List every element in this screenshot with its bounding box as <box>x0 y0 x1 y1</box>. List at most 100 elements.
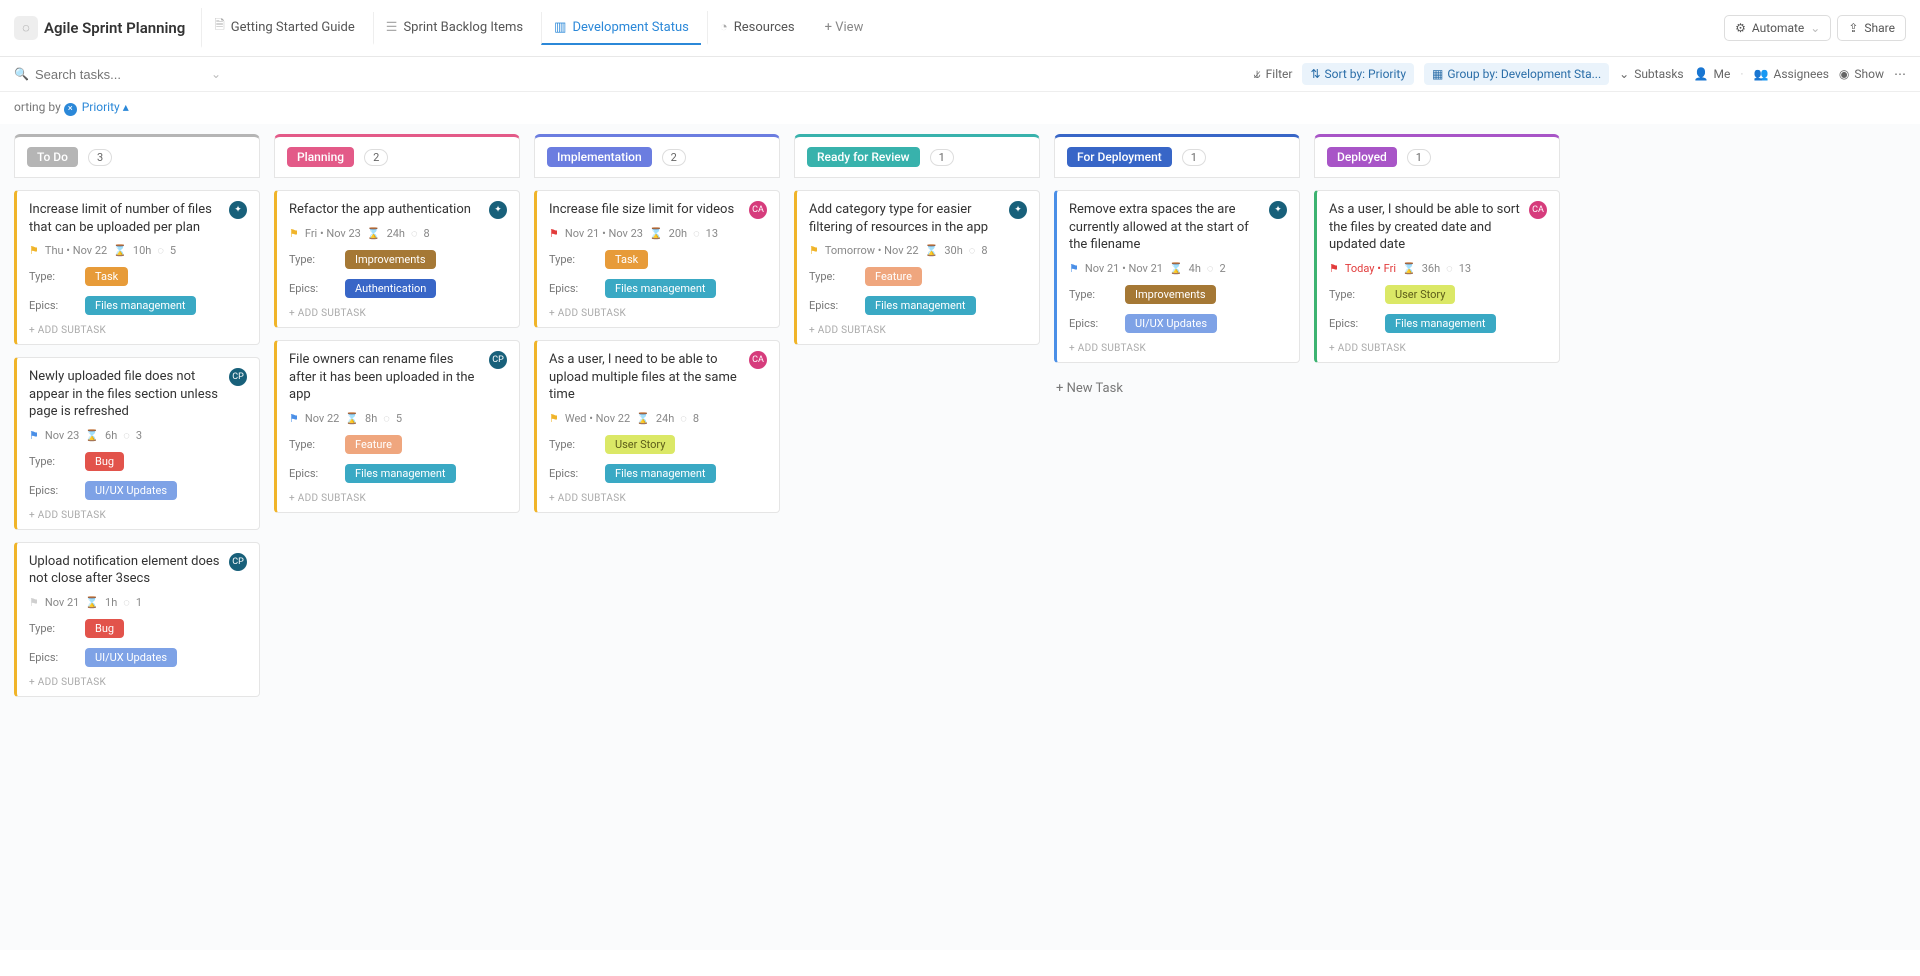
epic-tag[interactable]: Files management <box>605 279 716 298</box>
epic-tag[interactable]: UI/UX Updates <box>85 648 177 667</box>
column-header[interactable]: For Deployment1 <box>1054 134 1300 178</box>
points-icon: ◌ <box>123 429 130 442</box>
priority-flag-icon[interactable]: ⚑ <box>289 412 299 425</box>
assignee-avatar[interactable]: CA <box>1529 201 1547 219</box>
task-card[interactable]: As a user, I should be able to sort the … <box>1314 190 1560 363</box>
task-card[interactable]: Refactor the app authentication✦⚑Fri • N… <box>274 190 520 328</box>
add-subtask-button[interactable]: + ADD SUBTASK <box>1329 343 1547 354</box>
column-header[interactable]: Implementation2 <box>534 134 780 178</box>
add-subtask-button[interactable]: + ADD SUBTASK <box>289 308 507 319</box>
column-header[interactable]: Deployed1 <box>1314 134 1560 178</box>
share-button[interactable]: ⇪ Share <box>1837 15 1906 41</box>
priority-flag-icon[interactable]: ⚑ <box>29 244 39 257</box>
epics-label: Epics: <box>549 467 595 480</box>
priority-flag-icon[interactable]: ⚑ <box>1069 262 1079 275</box>
priority-flag-icon[interactable]: ⚑ <box>289 227 299 240</box>
epic-tag[interactable]: Files management <box>865 296 976 315</box>
graph-icon: ◔ <box>720 19 728 35</box>
type-tag[interactable]: Bug <box>85 452 124 471</box>
epic-tag[interactable]: Files management <box>605 464 716 483</box>
task-card[interactable]: Remove extra spaces the are currently al… <box>1054 190 1300 363</box>
epic-tag[interactable]: UI/UX Updates <box>85 481 177 500</box>
type-tag[interactable]: Task <box>85 267 128 286</box>
epic-tag[interactable]: Files management <box>85 296 196 315</box>
type-tag[interactable]: Improvements <box>1125 285 1216 304</box>
task-card[interactable]: Increase file size limit for videosCA⚑No… <box>534 190 780 328</box>
task-card[interactable]: File owners can rename files after it ha… <box>274 340 520 513</box>
tab-label: Sprint Backlog Items <box>403 20 523 35</box>
assignee-avatar[interactable]: ✦ <box>1269 201 1287 219</box>
tab-resources[interactable]: ◔ Resources <box>707 11 807 45</box>
more-button[interactable]: ⋯ <box>1894 67 1906 81</box>
column-count: 1 <box>1182 149 1206 166</box>
add-subtask-button[interactable]: + ADD SUBTASK <box>549 493 767 504</box>
assignee-avatar[interactable]: CA <box>749 201 767 219</box>
epics-row: Epics:Files management <box>289 464 507 483</box>
add-subtask-button[interactable]: + ADD SUBTASK <box>29 677 247 688</box>
task-card[interactable]: Newly uploaded file does not appear in t… <box>14 357 260 530</box>
chevron-down-icon[interactable]: ⌄ <box>211 67 221 81</box>
task-card[interactable]: Upload notification element does not clo… <box>14 542 260 697</box>
task-card[interactable]: Increase limit of number of files that c… <box>14 190 260 345</box>
subtasks-button[interactable]: ⌄ Subtasks <box>1619 67 1683 81</box>
app-logo[interactable]: ◌ <box>14 16 38 40</box>
type-label: Type: <box>29 455 75 468</box>
card-dates: Wed • Nov 22 <box>565 412 630 425</box>
filter-button[interactable]: ⫝̸ Filter <box>1254 67 1293 82</box>
assignee-avatar[interactable]: CP <box>229 368 247 386</box>
new-task-button[interactable]: + New Task <box>1054 375 1300 402</box>
tab-getting-started[interactable]: 🗎 Getting Started Guide <box>201 8 366 48</box>
assignee-avatar[interactable]: CP <box>229 553 247 571</box>
epics-label: Epics: <box>1069 317 1115 330</box>
add-subtask-button[interactable]: + ADD SUBTASK <box>809 325 1027 336</box>
type-tag[interactable]: Improvements <box>345 250 436 269</box>
priority-flag-icon[interactable]: ⚑ <box>1329 262 1339 275</box>
task-card[interactable]: Add category type for easier filtering o… <box>794 190 1040 345</box>
add-subtask-button[interactable]: + ADD SUBTASK <box>29 325 247 336</box>
automate-button[interactable]: ⚙ Automate ⌄ <box>1724 15 1831 41</box>
show-button[interactable]: ◉ Show <box>1839 67 1884 81</box>
assignee-avatar[interactable]: ✦ <box>489 201 507 219</box>
add-subtask-button[interactable]: + ADD SUBTASK <box>549 308 767 319</box>
search-input[interactable] <box>35 67 175 82</box>
task-card[interactable]: As a user, I need to be able to upload m… <box>534 340 780 513</box>
type-tag[interactable]: User Story <box>605 435 675 454</box>
priority-flag-icon[interactable]: ⚑ <box>29 429 39 442</box>
epic-tag[interactable]: Files management <box>1385 314 1496 333</box>
me-button[interactable]: 👤 Me <box>1694 67 1731 81</box>
column-header[interactable]: Ready for Review1 <box>794 134 1040 178</box>
close-icon[interactable]: × <box>64 103 77 116</box>
sorting-by-button[interactable]: × Priority ▴ <box>64 100 129 114</box>
priority-flag-icon[interactable]: ⚑ <box>809 244 819 257</box>
add-subtask-button[interactable]: + ADD SUBTASK <box>289 493 507 504</box>
type-tag[interactable]: Task <box>605 250 648 269</box>
assignee-avatar[interactable]: CP <box>489 351 507 369</box>
add-subtask-button[interactable]: + ADD SUBTASK <box>29 510 247 521</box>
add-view-button[interactable]: + View <box>813 12 876 45</box>
assignee-avatar[interactable]: CA <box>749 351 767 369</box>
assignees-button[interactable]: 👥 Assignees <box>1754 67 1829 81</box>
sort-button[interactable]: ⇅ Sort by: Priority <box>1302 63 1414 85</box>
assignee-avatar[interactable]: ✦ <box>1009 201 1027 219</box>
type-tag[interactable]: Feature <box>865 267 922 286</box>
type-tag[interactable]: User Story <box>1385 285 1455 304</box>
type-tag[interactable]: Bug <box>85 619 124 638</box>
tab-development-status[interactable]: ▥ Development Status <box>541 12 701 45</box>
points-icon: ◌ <box>411 227 418 240</box>
epic-tag[interactable]: UI/UX Updates <box>1125 314 1217 333</box>
tab-sprint-backlog[interactable]: ☰ Sprint Backlog Items <box>373 12 535 45</box>
hourglass-icon: ⌛ <box>636 412 650 425</box>
priority-flag-icon[interactable]: ⚑ <box>549 412 559 425</box>
epics-row: Epics: Files management <box>549 464 767 483</box>
priority-flag-icon[interactable]: ⚑ <box>29 596 39 609</box>
type-tag[interactable]: Feature <box>345 435 402 454</box>
priority-flag-icon[interactable]: ⚑ <box>549 227 559 240</box>
epic-tag[interactable]: Files management <box>345 464 456 483</box>
add-subtask-button[interactable]: + ADD SUBTASK <box>1069 343 1287 354</box>
assignee-avatar[interactable]: ✦ <box>229 201 247 219</box>
column-header[interactable]: To Do3 <box>14 134 260 178</box>
column-header[interactable]: Planning2 <box>274 134 520 178</box>
epic-tag[interactable]: Authentication <box>345 279 436 298</box>
hourglass-icon: ⌛ <box>1169 262 1183 275</box>
group-button[interactable]: ▦ Group by: Development Sta... <box>1424 63 1609 85</box>
